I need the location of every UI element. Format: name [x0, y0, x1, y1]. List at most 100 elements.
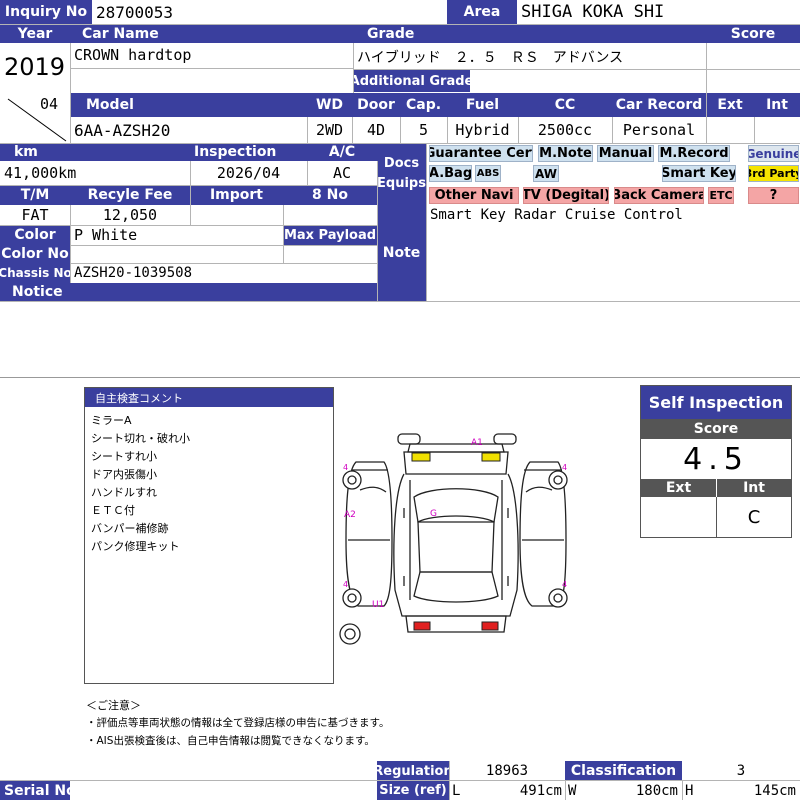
comments-title: 自主検査コメント: [85, 388, 333, 407]
chassis-no-label: Chassis No: [0, 263, 70, 283]
classification-label: Classification: [565, 761, 682, 781]
cap-value: 5: [418, 121, 429, 139]
size-h-label: H: [685, 782, 694, 799]
docs-equips-label: Docs Equips: [377, 143, 426, 205]
car-name-label: Car Name: [70, 24, 353, 43]
ext-value: [706, 117, 754, 143]
car-name-value: CROWN hardtop: [74, 46, 192, 64]
note-text: Smart Key Radar Cruise Control: [430, 207, 683, 223]
serial-no-label: Serial No: [0, 781, 70, 800]
manual-badge: Manual: [597, 145, 654, 162]
additional-grade-value: [470, 70, 706, 92]
tv-digital-badge: TV (Degital): [523, 187, 609, 204]
classification-value: 3: [736, 763, 746, 779]
eight-no-value: [283, 205, 377, 225]
comment-item: バンパー補修跡: [91, 522, 169, 535]
a-bag-badge: A.Bag: [429, 165, 472, 182]
back-camera-badge: Back Camera: [614, 187, 704, 204]
self-inspection-int: C: [716, 497, 791, 537]
int-value: [754, 117, 800, 143]
area-value: SHIGA KOKA SHI: [521, 2, 665, 22]
aw-badge: AW: [533, 165, 559, 182]
wd-label: WD: [307, 93, 352, 117]
other-navi-badge: Other Navi: [429, 187, 519, 204]
etc-badge: ETC: [708, 187, 734, 204]
fuel-label: Fuel: [447, 93, 518, 117]
mark-u1: U1: [372, 600, 385, 610]
score-value: [706, 43, 800, 93]
comment-item: ミラーA: [91, 414, 132, 427]
wd-value: 2WD: [315, 121, 344, 139]
self-inspection-ext-label: Ext: [641, 479, 716, 497]
mark-four: 4: [343, 580, 349, 589]
third-party-badge: 3rd Party: [748, 165, 799, 182]
color-value: P White: [74, 226, 138, 244]
ext-label: Ext: [706, 93, 754, 117]
comments-box: 自主検査コメント ミラーA シート切れ・破れ小 シートすれ小 ドア内張傷小 ハン…: [84, 387, 334, 684]
comment-item: ドア内張傷小: [91, 468, 157, 481]
km-value: 41,000km: [4, 164, 77, 182]
size-l-label: L: [452, 782, 461, 799]
tm-label: T/M: [0, 185, 70, 205]
mark-a1: A1: [471, 438, 483, 448]
ac-label: A/C: [307, 143, 377, 161]
abs-badge: ABS: [475, 165, 501, 182]
notice-label: Notice: [0, 283, 377, 301]
m-record-badge: M.Record: [658, 145, 730, 162]
equips-label: Equips: [377, 176, 426, 191]
ac-value: AC: [332, 164, 352, 182]
genuine-badge: Genuine: [748, 145, 799, 162]
import-value: [190, 205, 283, 225]
self-inspection-title: Self Inspection: [641, 386, 791, 419]
cc-value: 2500cc: [537, 121, 593, 139]
model-value: 6AA-AZSH20: [74, 120, 171, 140]
inquiry-no-value: 28700053: [96, 2, 174, 22]
score-label: Score: [706, 24, 800, 43]
inspection-value: 2026/04: [216, 164, 281, 182]
note-label: Note: [377, 205, 426, 301]
self-inspection-panel: Self Inspection Score 4.5 Ext Int C: [640, 385, 792, 538]
size-h-value: 145cm: [753, 782, 796, 799]
cc-label: CC: [518, 93, 612, 117]
self-inspection-int-label: Int: [716, 479, 791, 497]
tm-value: FAT: [21, 206, 49, 224]
guarantee-cert-badge: Guarantee Cert: [429, 145, 533, 162]
notice-value: [0, 301, 800, 377]
mark-a2: A2: [344, 510, 356, 520]
comment-item: ＥＴＣ付: [91, 504, 135, 517]
serial-no-value: [70, 781, 377, 800]
caution-title: ＜ご注意＞: [86, 699, 141, 712]
max-payload-label: Max Payload: [283, 225, 377, 245]
max-payload-value: [283, 245, 377, 263]
self-inspection-score-label: Score: [641, 419, 791, 439]
color-no-value: [70, 245, 283, 263]
question-badge: ?: [748, 187, 799, 204]
model-label: Model: [70, 93, 307, 117]
month-value: 04: [40, 95, 59, 113]
caution-line-1: ・評価点等車両状態の情報は全て登録店様の申告に基づきます。: [86, 717, 390, 729]
caution-line-2: ・AIS出張検査後は、自己申告情報は閲覧できなくなります。: [86, 735, 375, 747]
car-record-label: Car Record: [612, 93, 706, 117]
cap-label: Cap.: [400, 93, 447, 117]
inspection-label: Inspection: [190, 143, 307, 161]
mark-four: 4: [343, 463, 349, 472]
regulation-label: Regulation: [377, 761, 449, 781]
size-label: Size (ref): [377, 781, 449, 800]
car-condition-diagram: [339, 433, 568, 645]
recycle-fee-label: Recyle Fee: [70, 185, 190, 205]
self-inspection-score: 4.5: [683, 441, 749, 477]
self-inspection-ext: [641, 497, 716, 537]
size-w-value: 180cm: [635, 782, 678, 799]
smart-key-badge: Smart Key: [662, 165, 736, 182]
size-w-label: W: [568, 782, 577, 799]
size-l-value: 491cm: [519, 782, 562, 799]
area-label: Area: [447, 0, 517, 24]
mark-g: G: [430, 509, 437, 519]
comment-item: シートすれ小: [91, 450, 157, 463]
car-record-value: Personal: [622, 121, 696, 139]
additional-grade-label: Additional Grade: [353, 70, 470, 92]
color-label: Color: [0, 225, 70, 245]
mark-four: 4: [562, 580, 568, 589]
grade-label: Grade: [353, 24, 706, 43]
m-note-badge: M.Note: [538, 145, 593, 162]
